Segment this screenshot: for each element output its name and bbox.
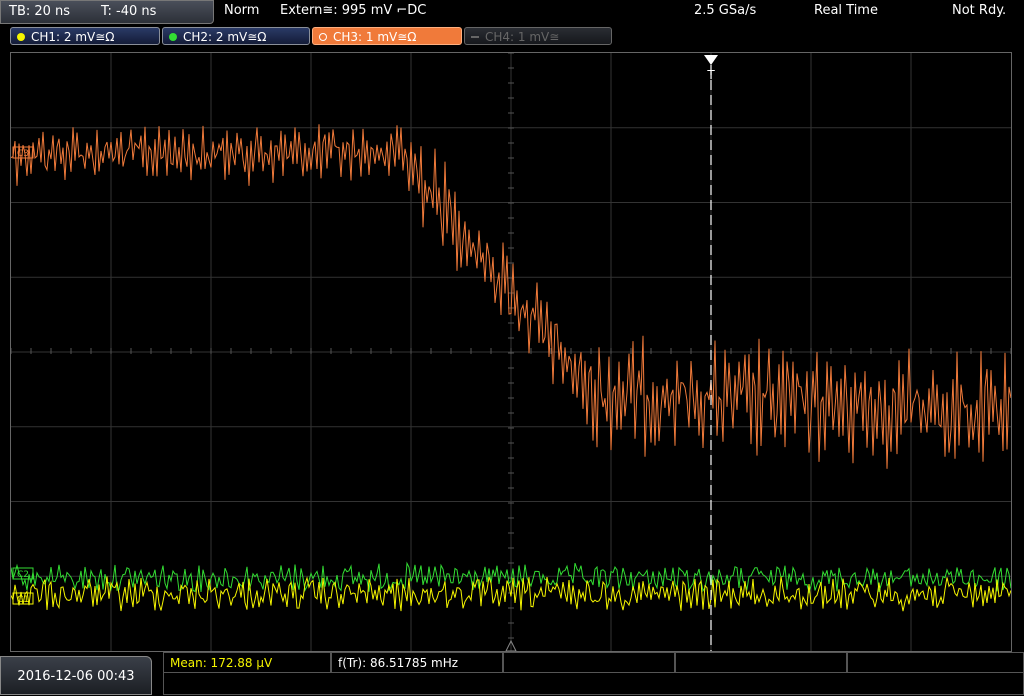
acquisition-mode: Real Time xyxy=(814,3,878,18)
date-time-display: 2016-12-06 00:43 xyxy=(0,656,152,695)
waveform-display[interactable]: T C3 C2 C1 xyxy=(10,52,1012,652)
channel-3-label: CH3: 1 mV≅Ω xyxy=(333,30,417,44)
channel-4-indicator-icon xyxy=(471,36,479,38)
channel-1-label: CH1: 2 mV≅Ω xyxy=(31,30,115,44)
channel-2-button[interactable]: CH2: 2 mV≅Ω xyxy=(162,27,310,45)
timebase-value: TB: 20 ns xyxy=(9,4,71,19)
trigger-marker-label: T xyxy=(706,68,715,82)
graticule xyxy=(11,53,1011,651)
measurement-slot-5[interactable] xyxy=(847,652,1024,673)
measurement-mean[interactable]: Mean: 172.88 µV xyxy=(163,652,331,673)
channel-2-indicator-icon xyxy=(169,33,177,41)
timebase-box[interactable]: TB: 20 ns T: -40 ns xyxy=(0,0,214,24)
channel-1-button[interactable]: CH1: 2 mV≅Ω xyxy=(10,27,160,45)
channel-4-label: CH4: 1 mV≅ xyxy=(485,30,560,44)
channel-3-indicator-icon xyxy=(319,33,327,41)
channel-1-indicator-icon xyxy=(17,33,25,41)
trigger-time-value: T: -40 ns xyxy=(101,4,157,19)
run-state: Not Rdy. xyxy=(952,3,1007,18)
trigger-source[interactable]: Extern≅: 995 mV ⌐DC xyxy=(280,0,426,22)
bottom-bar: 2016-12-06 00:43 Mean: 172.88 µV f(Tr): … xyxy=(0,652,1024,695)
channel-2-label: CH2: 2 mV≅Ω xyxy=(183,30,267,44)
channel-buttons-row: CH1: 2 mV≅Ω CH2: 2 mV≅Ω CH3: 1 mV≅Ω CH4:… xyxy=(0,26,1024,48)
measurement-slot-4[interactable] xyxy=(675,652,847,673)
channel-3-button[interactable]: CH3: 1 mV≅Ω xyxy=(312,27,462,45)
channel-4-button[interactable]: CH4: 1 mV≅ xyxy=(464,27,612,45)
trigger-mode[interactable]: Norm xyxy=(224,0,259,22)
measurement-frequency[interactable]: f(Tr): 86.51785 mHz xyxy=(331,652,503,673)
waveform-canvas: T C3 C2 C1 xyxy=(11,53,1011,651)
measurement-slot-3[interactable] xyxy=(503,652,675,673)
channel-2-marker-label: C2 xyxy=(17,570,29,580)
top-status-bar: TB: 20 ns T: -40 ns Norm Extern≅: 995 mV… xyxy=(0,0,1024,26)
trigger-position-marker-icon[interactable] xyxy=(704,55,718,65)
sample-rate: 2.5 GSa/s xyxy=(694,3,757,18)
channel-3-marker-label: C3 xyxy=(17,149,29,159)
channel-1-marker-label: C1 xyxy=(17,595,29,605)
measurement-row-2 xyxy=(163,673,1024,695)
